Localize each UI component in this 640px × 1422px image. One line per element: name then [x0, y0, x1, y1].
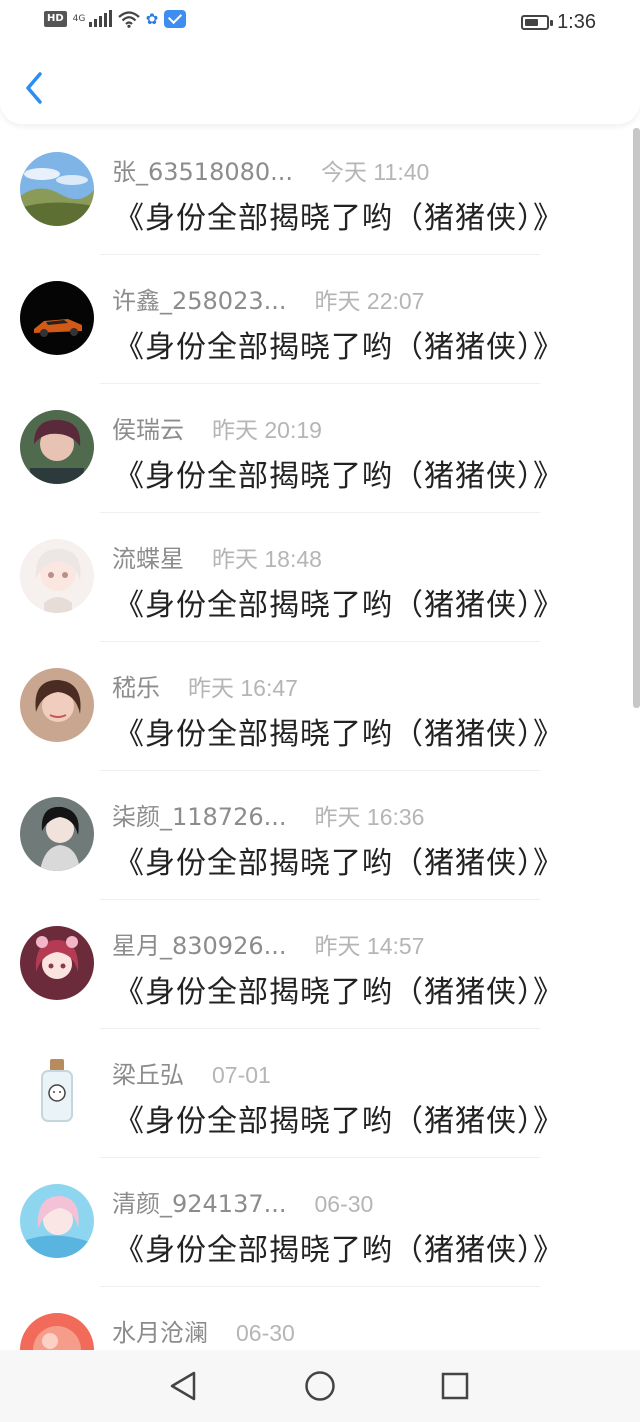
signal-icon	[88, 10, 112, 27]
app-notification-icon	[164, 10, 187, 28]
username[interactable]: 柒颜_118726...	[112, 797, 287, 832]
username[interactable]: 嵇乐	[112, 668, 160, 703]
baidu-paw-icon: ✿	[145, 10, 159, 28]
avatar[interactable]	[20, 1313, 94, 1350]
timestamp: 07-01	[212, 1062, 271, 1088]
scrollbar[interactable]	[633, 128, 640, 708]
username[interactable]: 流蝶星	[112, 539, 184, 574]
message-title[interactable]: 《身份全部揭晓了哟（猪猪侠）》	[114, 1225, 564, 1269]
avatar[interactable]	[20, 152, 94, 226]
avatar[interactable]	[20, 1184, 94, 1258]
app-header	[0, 44, 640, 124]
message-title[interactable]: 《身份全部揭晓了哟（猪猪侠）》	[114, 580, 564, 624]
avatar[interactable]	[20, 281, 94, 355]
circle-home-icon[interactable]	[302, 1368, 338, 1404]
item-meta: 清颜_924137... 06-30	[112, 1184, 373, 1219]
chevron-left-icon[interactable]	[18, 66, 52, 110]
avatar[interactable]	[20, 410, 94, 484]
list-item[interactable]: 清颜_924137... 06-30 《身份全部揭晓了哟（猪猪侠）》	[0, 1158, 640, 1287]
item-meta: 侯瑞云 昨天 20:19	[112, 410, 322, 445]
avatar[interactable]	[20, 926, 94, 1000]
list-item[interactable]: 许鑫_258023... 昨天 22:07 《身份全部揭晓了哟（猪猪侠）》	[0, 255, 640, 384]
timestamp: 昨天 18:48	[212, 546, 322, 572]
username[interactable]: 侯瑞云	[112, 410, 184, 445]
timestamp: 今天 11:40	[321, 159, 430, 185]
list-item[interactable]: 水月沧澜 06-30	[0, 1287, 640, 1350]
message-title[interactable]: 《身份全部揭晓了哟（猪猪侠）》	[114, 451, 564, 495]
item-meta: 嵇乐 昨天 16:47	[112, 668, 298, 703]
avatar[interactable]	[20, 797, 94, 871]
username[interactable]: 星月_830926...	[112, 926, 287, 961]
timestamp: 06-30	[314, 1191, 374, 1217]
timestamp: 昨天 20:19	[212, 417, 322, 443]
list-item[interactable]: 侯瑞云 昨天 20:19 《身份全部揭晓了哟（猪猪侠）》	[0, 384, 640, 513]
item-meta: 星月_830926... 昨天 14:57	[112, 926, 424, 961]
message-title[interactable]: 《身份全部揭晓了哟（猪猪侠）》	[114, 1096, 564, 1140]
status-time: 1:36	[557, 11, 596, 33]
timestamp: 昨天 16:36	[314, 804, 425, 830]
timestamp: 06-30	[236, 1320, 295, 1346]
username[interactable]: 水月沧澜	[112, 1313, 208, 1348]
list-item[interactable]: 流蝶星 昨天 18:48 《身份全部揭晓了哟（猪猪侠）》	[0, 513, 640, 642]
message-title[interactable]: 《身份全部揭晓了哟（猪猪侠）》	[114, 709, 564, 753]
wifi-icon	[117, 11, 140, 28]
network-type: 4G	[72, 13, 86, 24]
item-meta: 梁丘弘 07-01	[112, 1055, 271, 1090]
battery-icon	[521, 15, 554, 30]
message-title[interactable]: 《身份全部揭晓了哟（猪猪侠）》	[114, 322, 564, 366]
status-bar: HD 4G ✿ 1:36	[0, 0, 640, 44]
item-meta: 水月沧澜 06-30	[112, 1313, 295, 1348]
item-meta: 张_63518080... 今天 11:40	[112, 152, 429, 187]
triangle-back-icon[interactable]	[166, 1368, 202, 1404]
list-item[interactable]: 柒颜_118726... 昨天 16:36 《身份全部揭晓了哟（猪猪侠）》	[0, 771, 640, 900]
item-meta: 柒颜_118726... 昨天 16:36	[112, 797, 424, 832]
timestamp: 昨天 16:47	[188, 675, 298, 701]
system-nav-bar	[0, 1350, 640, 1422]
hd-badge: HD	[44, 11, 67, 27]
avatar[interactable]	[20, 668, 94, 742]
list-item[interactable]: 张_63518080... 今天 11:40 《身份全部揭晓了哟（猪猪侠）》	[0, 126, 640, 255]
list-item[interactable]: 梁丘弘 07-01 《身份全部揭晓了哟（猪猪侠）》	[0, 1029, 640, 1158]
message-title[interactable]: 《身份全部揭晓了哟（猪猪侠）》	[114, 193, 564, 237]
timestamp: 昨天 22:07	[314, 288, 425, 314]
username[interactable]: 张_63518080...	[112, 152, 293, 187]
list-item[interactable]: 嵇乐 昨天 16:47 《身份全部揭晓了哟（猪猪侠）》	[0, 642, 640, 771]
list-item[interactable]: 星月_830926... 昨天 14:57 《身份全部揭晓了哟（猪猪侠）》	[0, 900, 640, 1029]
username[interactable]: 清颜_924137...	[112, 1184, 287, 1219]
item-meta: 许鑫_258023... 昨天 22:07	[112, 281, 424, 316]
message-list[interactable]: 张_63518080... 今天 11:40 《身份全部揭晓了哟（猪猪侠）》 许鑫_2…	[0, 126, 640, 1350]
message-title[interactable]: 《身份全部揭晓了哟（猪猪侠）》	[114, 967, 564, 1011]
username[interactable]: 许鑫_258023...	[112, 281, 287, 316]
square-recents-icon[interactable]	[437, 1368, 473, 1404]
username[interactable]: 梁丘弘	[112, 1055, 184, 1090]
avatar[interactable]	[20, 1055, 94, 1129]
message-title[interactable]: 《身份全部揭晓了哟（猪猪侠）》	[114, 838, 564, 882]
timestamp: 昨天 14:57	[314, 933, 425, 959]
avatar[interactable]	[20, 539, 94, 613]
item-meta: 流蝶星 昨天 18:48	[112, 539, 322, 574]
